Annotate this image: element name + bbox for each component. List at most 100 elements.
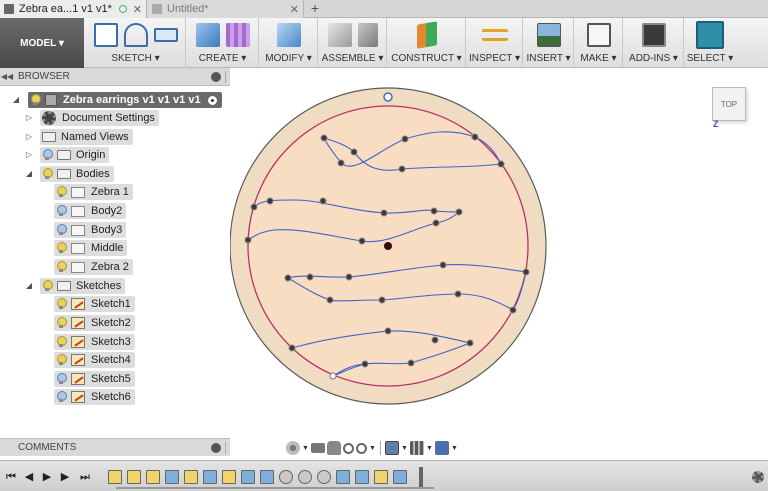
- insert-image-icon[interactable]: [536, 23, 561, 47]
- go-to-end-icon[interactable]: ⏭: [80, 471, 90, 483]
- tree-item-sketch[interactable]: Sketch4: [54, 352, 135, 368]
- grid-snaps-icon[interactable]: [410, 441, 424, 455]
- tree-item-document-settings[interactable]: Document Settings: [40, 110, 159, 126]
- expand-root-icon[interactable]: ◢: [12, 91, 20, 109]
- sketch-create-icon[interactable]: [93, 23, 118, 47]
- timeline-move-feature[interactable]: [317, 470, 331, 484]
- modify-group[interactable]: MODIFY ▾: [260, 18, 318, 68]
- viewports-icon[interactable]: [435, 441, 449, 455]
- select-menu[interactable]: SELECT ▾: [685, 53, 735, 64]
- gear-icon[interactable]: [752, 471, 764, 483]
- visibility-bulb-icon[interactable]: [56, 391, 67, 403]
- make-menu[interactable]: MAKE ▾: [575, 53, 622, 64]
- add-comment-icon[interactable]: [211, 442, 221, 453]
- tree-item-sketch[interactable]: Sketch2: [54, 315, 135, 331]
- workspace-switcher[interactable]: MODEL ▾: [0, 18, 84, 68]
- expand-icon[interactable]: ▷: [25, 109, 33, 127]
- visibility-bulb-icon[interactable]: [56, 373, 67, 385]
- timeline-extrude-feature[interactable]: [355, 470, 369, 484]
- create-menu[interactable]: CREATE ▾: [187, 53, 258, 64]
- timeline-extrude-feature[interactable]: [260, 470, 274, 484]
- tree-item-named-views[interactable]: Named Views: [40, 129, 133, 145]
- panel-options-icon[interactable]: [211, 71, 221, 82]
- tree-item-sketch[interactable]: Sketch6: [54, 389, 135, 405]
- timeline-extrude-feature[interactable]: [165, 470, 179, 484]
- visibility-bulb-icon[interactable]: [56, 261, 67, 273]
- tree-item-sketch[interactable]: Sketch3: [54, 334, 135, 350]
- tree-item-body[interactable]: Zebra 2: [54, 259, 133, 275]
- timeline-move-feature[interactable]: [279, 470, 293, 484]
- timeline-extrude-feature[interactable]: [203, 470, 217, 484]
- timeline-sketch-feature[interactable]: [222, 470, 236, 484]
- visibility-bulb-icon[interactable]: [56, 298, 67, 310]
- close-tab-icon[interactable]: ✕: [290, 3, 299, 16]
- comments-panel[interactable]: COMMENTS: [0, 438, 230, 456]
- scripts-addins-icon[interactable]: [641, 23, 666, 47]
- construct-menu[interactable]: CONSTRUCT ▾: [388, 53, 465, 64]
- select-icon[interactable]: [696, 21, 724, 49]
- chevron-down-icon[interactable]: ▼: [426, 445, 433, 452]
- modify-menu[interactable]: MODIFY ▾: [260, 53, 317, 64]
- inspect-menu[interactable]: INSPECT ▾: [467, 53, 522, 64]
- new-tab-button[interactable]: +: [307, 0, 323, 18]
- insert-menu[interactable]: INSERT ▾: [524, 53, 573, 64]
- construct-group[interactable]: CONSTRUCT ▾: [388, 18, 466, 68]
- timeline-marker[interactable]: [419, 467, 423, 489]
- visibility-bulb-icon[interactable]: [56, 205, 67, 217]
- go-to-start-icon[interactable]: ⏮: [6, 471, 16, 483]
- pan-icon[interactable]: [327, 441, 341, 455]
- visibility-bulb-icon[interactable]: [42, 149, 53, 161]
- collapse-panel-icon[interactable]: ◀◀: [0, 72, 14, 81]
- addins-group[interactable]: ADD-INS ▾: [624, 18, 684, 68]
- visibility-bulb-icon[interactable]: [56, 336, 67, 348]
- expand-icon[interactable]: ▷: [25, 146, 33, 164]
- zoom-window-icon[interactable]: [356, 442, 367, 454]
- center-point[interactable]: [384, 242, 392, 250]
- measure-icon[interactable]: [481, 29, 508, 41]
- timeline-extrude-feature[interactable]: [241, 470, 255, 484]
- play-icon[interactable]: ▶: [42, 471, 52, 483]
- inspect-group[interactable]: INSPECT ▾: [467, 18, 523, 68]
- close-tab-icon[interactable]: ✕: [133, 3, 142, 16]
- make-3d-print-icon[interactable]: [586, 23, 611, 47]
- step-forward-icon[interactable]: ▶: [60, 471, 70, 483]
- viewcube[interactable]: TOP: [712, 87, 746, 121]
- tree-item-origin[interactable]: Origin: [40, 147, 110, 163]
- timeline-extrude-feature[interactable]: [336, 470, 350, 484]
- make-group[interactable]: MAKE ▾: [575, 18, 623, 68]
- tree-item-body[interactable]: Middle: [54, 240, 128, 256]
- visibility-bulb-icon[interactable]: [42, 280, 53, 292]
- chevron-down-icon[interactable]: ▼: [401, 445, 408, 452]
- rectangle-icon[interactable]: [153, 28, 178, 42]
- tree-item-sketch[interactable]: Sketch5: [54, 371, 135, 387]
- step-back-icon[interactable]: ◀: [24, 471, 34, 483]
- visibility-bulb-icon[interactable]: [56, 224, 67, 236]
- sketch-group[interactable]: SKETCH ▾: [86, 18, 186, 68]
- look-at-icon[interactable]: [311, 443, 325, 453]
- tree-item-sketches[interactable]: Sketches: [40, 278, 126, 294]
- offset-plane-icon[interactable]: [416, 21, 437, 49]
- document-tab-active[interactable]: Zebra ea...1 v1 v1* ✕: [0, 0, 147, 18]
- assemble-menu[interactable]: ASSEMBLE ▾: [319, 53, 386, 64]
- tree-item-sketch[interactable]: Sketch1: [54, 296, 135, 312]
- addins-menu[interactable]: ADD-INS ▾: [624, 53, 683, 64]
- document-tab-inactive[interactable]: Untitled* ✕: [148, 0, 304, 18]
- timeline-sketch-feature[interactable]: [146, 470, 160, 484]
- timeline-move-feature[interactable]: [298, 470, 312, 484]
- timeline-sketch-feature[interactable]: [127, 470, 141, 484]
- timeline-extrude-feature[interactable]: [393, 470, 407, 484]
- canvas-viewport[interactable]: [229, 68, 768, 458]
- zoom-icon[interactable]: [343, 442, 354, 454]
- spline-icon[interactable]: [123, 23, 148, 47]
- visibility-bulb-icon[interactable]: [56, 242, 67, 254]
- orbit-icon[interactable]: [286, 441, 300, 455]
- insert-group[interactable]: INSERT ▾: [524, 18, 574, 68]
- collapse-icon[interactable]: ◢: [25, 277, 33, 295]
- tree-item-bodies[interactable]: Bodies: [40, 166, 114, 182]
- visibility-bulb-icon[interactable]: [42, 168, 53, 180]
- tree-root[interactable]: Zebra earrings v1 v1 v1 v1: [28, 92, 222, 108]
- tree-item-body[interactable]: Zebra 1: [54, 184, 133, 200]
- hanging-hole[interactable]: [383, 92, 393, 102]
- sculpt-form-icon[interactable]: [225, 23, 250, 47]
- expand-icon[interactable]: ▷: [25, 128, 33, 146]
